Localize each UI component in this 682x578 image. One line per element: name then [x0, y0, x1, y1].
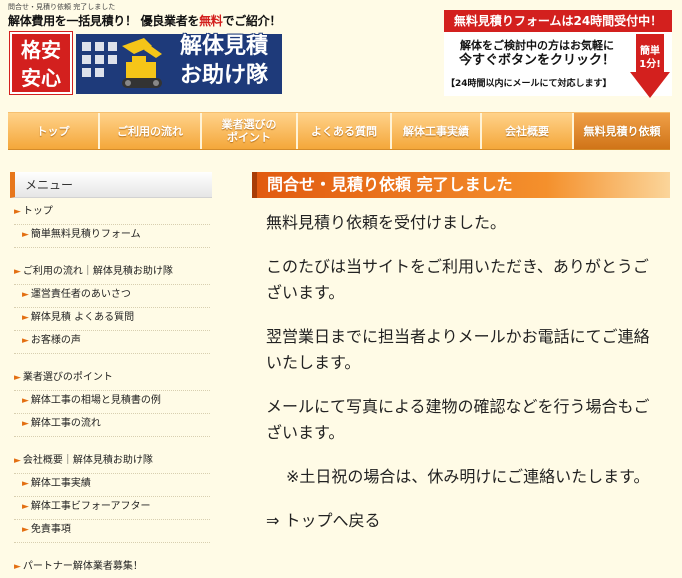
sidebar-item-label: 会社概要｜解体見積お助け隊 [22, 455, 153, 466]
nav-item-faq[interactable]: よくある質問 [298, 113, 392, 149]
cta-arrow-line2: 1分! [639, 57, 661, 70]
site-header: 問合せ・見積り依頼 完了しました 解体費用を一括見積り！ 優良業者を無料でご紹介… [0, 0, 682, 108]
cta-banner-title: 無料見積りフォームは24時間受付中！ [444, 10, 672, 32]
sidebar-item-label: 解体工事実績 [30, 478, 91, 489]
sidebar-item-label: お客様の声 [30, 335, 81, 346]
message-paragraph: このたびは当サイトをご利用いただき、ありがとうございます。 [266, 257, 649, 302]
nav-item-top[interactable]: トップ [8, 113, 100, 149]
sidebar-item[interactable]: ► 業者選びのポイント [14, 368, 210, 391]
sidebar-item[interactable]: ► 会社概要｜解体見積お助け隊 [14, 451, 210, 474]
sidebar-item-label: 簡単無料見積りフォーム [30, 229, 141, 240]
sidebar-item[interactable]: ► パートナー解体業者募集！ [14, 557, 210, 578]
sidebar-item-label: 解体見積 よくある質問 [30, 312, 135, 323]
nav-item-estimate[interactable]: 無料見積り依頼 [574, 113, 670, 149]
arrow-icon: ► [22, 313, 29, 323]
arrow-icon: ► [22, 396, 29, 406]
sidebar-item-label: 解体工事の流れ [30, 418, 101, 429]
arrow-icon: ► [14, 456, 21, 466]
sidebar-item-label: トップ [22, 206, 53, 217]
sidebar-item[interactable]: ► 免責事項 [14, 520, 210, 543]
arrow-icon: ► [14, 562, 21, 572]
sidebar-item[interactable]: ► 解体工事ビフォーアフター [14, 497, 210, 520]
sidebar-item[interactable]: ► トップ [14, 202, 210, 225]
sidebar-item-label: ご利用の流れ｜解体見積お助け隊 [22, 266, 173, 277]
nav-item-points[interactable]: 業者選びの ポイント [202, 113, 298, 149]
sidebar-item[interactable]: ► 解体見積 よくある質問 [14, 308, 210, 331]
arrow-icon: ► [22, 525, 29, 535]
cta-note: 【24時間以内にメールにて対応します】 [446, 79, 612, 89]
message-paragraph: 翌営業日までに担当者よりメールかお電話にてご連絡いたします。 [266, 327, 650, 372]
estimate-cta-banner[interactable]: 無料見積りフォームは24時間受付中！ 解体をご検討中の方はお気軽に 今すぐボタン… [444, 10, 672, 98]
sidebar-item[interactable]: ► お客様の声 [14, 331, 210, 354]
nav-item-results[interactable]: 解体工事実績 [392, 113, 482, 149]
arrow-icon: ► [22, 230, 29, 240]
cta-line2: 今すぐボタンをクリック！ [458, 53, 615, 68]
sidebar-item-label: 解体工事の相場と見積書の例 [30, 395, 161, 406]
arrow-icon: ► [14, 373, 21, 383]
down-arrow-icon[interactable]: 簡単 1分! [630, 34, 670, 98]
sidebar-item-label: 免責事項 [30, 524, 71, 535]
sidebar-title: メニュー [10, 172, 212, 198]
sidebar-item-label: 解体工事ビフォーアフター [30, 501, 151, 512]
tagline-part2: 優良業者を [140, 14, 200, 28]
arrow-icon: ► [14, 267, 21, 277]
tagline-part1: 解体費用を一括見積り！ [8, 14, 137, 28]
badge-line1: 格安 [21, 38, 61, 62]
arrow-icon: ► [22, 479, 29, 489]
arrow-icon: ► [22, 290, 29, 300]
main-content: 無料見積り依頼を受付けました。 このたびは当サイトをご利用いただき、ありがとうご… [266, 210, 656, 552]
sidebar-item[interactable]: ► ご利用の流れ｜解体見積お助け隊 [14, 262, 210, 285]
arrow-icon: ► [22, 419, 29, 429]
logo-title[interactable]: 解体見積 お助け隊 [168, 32, 280, 94]
message-paragraph: 無料見積り依頼を受付けました。 [266, 213, 507, 232]
weekend-note: ※土日祝の場合は、休み明けにご連絡いたします。 [286, 467, 650, 486]
message-paragraph: メールにて写真による建物の確認などを行う場合もございます。 [266, 397, 650, 442]
sidebar-item[interactable]: ► 運営責任者のあいさつ [14, 285, 210, 308]
nav-item-company[interactable]: 会社概要 [482, 113, 574, 149]
cta-body: 解体をご検討中の方はお気軽に 今すぐボタンをクリック！ [448, 38, 626, 68]
logo-badge[interactable]: 格安 安心 [10, 32, 72, 94]
logo-line1: 解体見積 [179, 34, 268, 59]
sidebar-item[interactable]: ► 解体工事実績 [14, 474, 210, 497]
tagline-part3: でご紹介！ [222, 14, 282, 28]
arrow-icon: ► [22, 502, 29, 512]
arrow-icon: ► [14, 207, 21, 217]
breadcrumb: 問合せ・見積り依頼 完了しました [8, 3, 116, 11]
tagline-free: 無料 [199, 14, 223, 28]
sidebar-menu: ► トップ ► 簡単無料見積りフォーム ► ご利用の流れ｜解体見積お助け隊 ► 運営責任… [14, 202, 210, 578]
arrow-icon: ► [22, 336, 29, 346]
global-nav: トップ ご利用の流れ 業者選びの ポイント よくある質問 解体工事実績 会社概要… [8, 112, 670, 150]
cta-arrow-line1: 簡単 [640, 44, 660, 57]
site-tagline: 解体費用を一括見積り！ 優良業者を無料でご紹介！ [8, 12, 281, 29]
nav-item-flow[interactable]: ご利用の流れ [100, 113, 202, 149]
sidebar-item-label: 業者選びのポイント [22, 372, 113, 383]
cta-line1: 解体をご検討中の方はお気軽に [460, 39, 614, 52]
badge-line2: 安心 [21, 66, 61, 90]
sidebar-item-label: パートナー解体業者募集！ [22, 561, 143, 572]
sidebar-item[interactable]: ► 解体工事の流れ [14, 414, 210, 437]
logo-line2: お助け隊 [179, 63, 268, 88]
sidebar-item-label: 運営責任者のあいさつ [30, 289, 131, 300]
page-title: 問合せ・見積り依頼 完了しました [252, 172, 670, 198]
sidebar-item[interactable]: ► 簡単無料見積りフォーム [14, 225, 210, 248]
sidebar-item[interactable]: ► 解体工事の相場と見積書の例 [14, 391, 210, 414]
back-to-top-link[interactable]: ⇒ トップへ戻る [266, 511, 381, 530]
